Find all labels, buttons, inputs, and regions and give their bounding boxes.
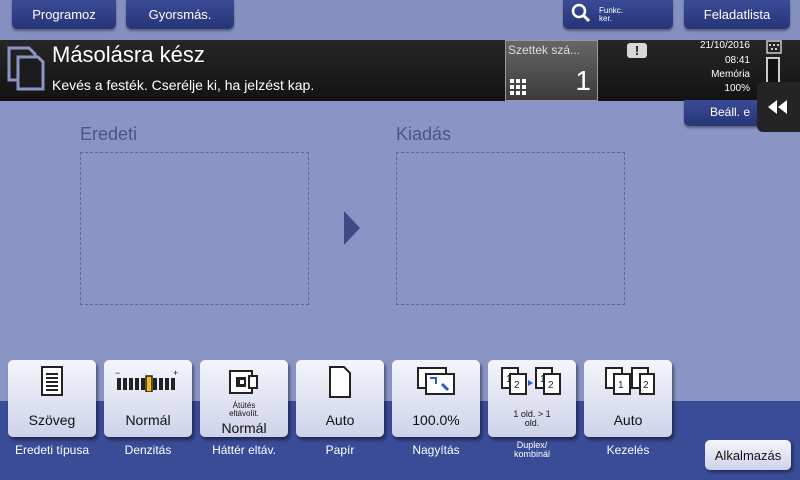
memory-label: Memória (711, 69, 750, 80)
finishing-icon: 1 2 (600, 366, 656, 401)
status-title: Másolásra kész (52, 42, 205, 67)
job-list-button[interactable]: Feladatlista (684, 0, 790, 29)
svg-text:1: 1 (618, 380, 624, 391)
quick-copy-button[interactable]: Gyorsmás. (126, 0, 234, 29)
background-removal-label: Háttér eltáv. (212, 443, 276, 457)
memory-value: 100% (724, 83, 750, 94)
density-scale-icon: − + (115, 368, 181, 397)
original-preview-box (80, 152, 309, 305)
sets-counter[interactable]: Szettek szá... 1 (505, 40, 598, 101)
apply-button[interactable]: Alkalmazás (705, 440, 791, 470)
background-removal-subvalue: Átütés eltávolít. (229, 401, 259, 418)
paper-icon (327, 366, 353, 403)
svg-text:+: + (173, 368, 178, 378)
background-removal-value: Normál (221, 420, 267, 436)
status-message: Kevés a festék. Cserélje ki, ha jelzést … (52, 77, 315, 93)
duplex-icon: 1 2 1 2 (500, 366, 564, 401)
finishing-label: Kezelés (606, 443, 650, 457)
zoom-value: 100.0% (412, 412, 460, 428)
duplex-button[interactable]: 1 2 1 2 1 old. > 1 old. (488, 360, 576, 437)
finishing-value: Auto (613, 412, 643, 428)
output-preview-box (396, 152, 625, 305)
paper-label: Papír (325, 443, 355, 457)
original-title: Eredeti (80, 124, 138, 144)
finishing-button[interactable]: 1 2 Auto (584, 360, 672, 437)
sets-value: 1 (575, 65, 591, 96)
programs-button[interactable]: Programoz (12, 0, 116, 29)
double-left-arrow-icon (768, 100, 788, 119)
date-display: 21/10/2016 (699, 40, 750, 51)
density-button[interactable]: − + Normál (104, 360, 192, 437)
sets-label: Szettek szá... (508, 43, 581, 57)
background-removal-icon (227, 366, 261, 401)
keypad-icon (510, 79, 526, 100)
original-type-value: Szöveg (28, 412, 76, 428)
original-type-label: Eredeti típusa (14, 443, 90, 457)
density-value: Normál (125, 412, 171, 428)
paper-value: Auto (325, 412, 355, 428)
function-key-label: Funkc. ker. (599, 5, 624, 23)
svg-text:2: 2 (643, 380, 649, 391)
background-removal-button[interactable]: Átütés eltávolít. Normál (200, 360, 288, 437)
duplex-label: Duplex/ kombinál (513, 440, 551, 459)
output-title: Kiadás (396, 124, 452, 144)
paper-button[interactable]: Auto (296, 360, 384, 437)
density-label: Denzitás (124, 443, 172, 457)
original-type-button[interactable]: Szöveg (8, 360, 96, 437)
settings-tab-label: Beáll. e (710, 105, 751, 119)
svg-text:2: 2 (548, 380, 554, 391)
svg-text:−: − (115, 368, 120, 378)
svg-text:2: 2 (514, 380, 520, 391)
document-icon (39, 366, 65, 401)
warning-icon[interactable]: ! (627, 43, 647, 58)
copy-mode-icon (7, 46, 45, 97)
time-display: 08:41 (724, 55, 750, 66)
zoom-icon (416, 366, 456, 401)
duplex-value: 1 old. > 1 old. (513, 409, 551, 428)
zoom-button[interactable]: 100.0% (392, 360, 480, 437)
function-key-button[interactable]: Funkc. ker. (563, 0, 673, 29)
right-arrow-icon (344, 211, 360, 250)
settings-tab[interactable]: Beáll. e (684, 100, 764, 126)
zoom-label: Nagyítás (412, 443, 460, 457)
collapse-panel-button[interactable] (757, 82, 800, 132)
search-icon (571, 3, 591, 26)
